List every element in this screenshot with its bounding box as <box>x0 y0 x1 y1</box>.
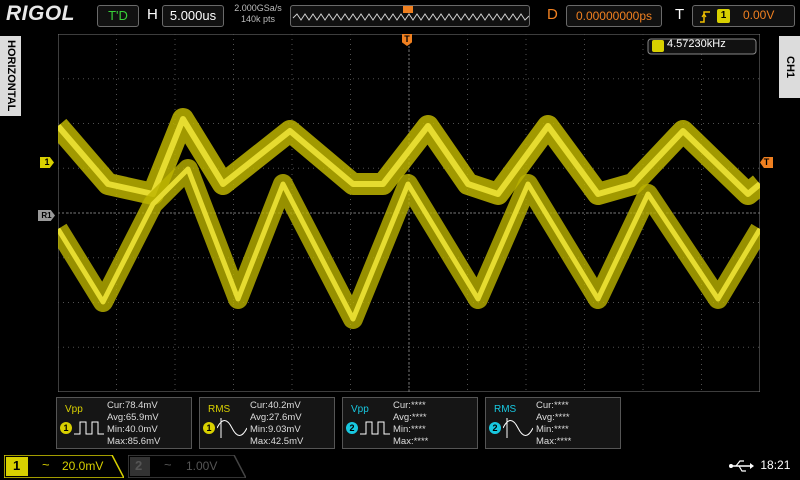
measurement-name: RMS <box>494 404 517 415</box>
memory-depth: 140k pts <box>240 14 276 24</box>
channel-chip: 2 <box>489 422 501 434</box>
measurement-minimum: Min:40.0mV <box>107 424 158 435</box>
ch1-scale-tab[interactable]: 1 ~ 20.0mV <box>4 455 124 478</box>
waveform-display[interactable] <box>58 34 760 392</box>
channel-menu-tab[interactable]: CH1 <box>779 36 800 98</box>
frequency-counter-icon <box>652 40 664 52</box>
ref-offset-marker[interactable]: R1 <box>38 210 55 221</box>
ch1-coupling-icon: ~ <box>42 457 50 472</box>
sample-info: 2.000GSa/s 140k pts <box>228 3 288 25</box>
measurement-current: Cur:**** <box>393 400 426 411</box>
measurement-maximum: Max:**** <box>393 436 429 447</box>
measurement-current: Cur:78.4mV <box>107 400 158 411</box>
ch1-offset-marker[interactable]: 1 <box>40 157 54 168</box>
channel-chip: 1 <box>203 422 215 434</box>
measurement-current: Cur:**** <box>536 400 569 411</box>
horizontal-label: H <box>147 6 158 23</box>
measurement-current: Cur:40.2mV <box>250 400 301 411</box>
trigger-status-badge[interactable]: T'D <box>97 5 139 27</box>
frequency-counter-value: 4.57230kHz <box>667 38 726 50</box>
measurement-maximum: Max:42.5mV <box>250 436 304 447</box>
rising-edge-icon <box>700 11 710 23</box>
timebase-value[interactable]: 5.000us <box>162 5 224 27</box>
trigger-source-chip: 1 <box>717 9 730 23</box>
pulse-icon <box>74 421 104 435</box>
trigger-level-value: 0.00V <box>743 8 775 22</box>
measurement-average: Avg:65.9mV <box>107 412 159 423</box>
delay-value[interactable]: 0.00000000ps <box>566 5 662 27</box>
measurement-vpp-ch2[interactable]: Vpp 2 Cur:**** Avg:**** Min:**** Max:***… <box>342 397 478 449</box>
ch2-coupling-icon: ~ <box>164 457 172 472</box>
ch2-label: 2 <box>135 458 143 473</box>
measurement-name: Vpp <box>351 404 369 415</box>
trigger-settings[interactable]: 1 0.00V <box>692 5 795 27</box>
ch1-scale-value: 20.0mV <box>62 459 104 473</box>
ch2-scale-value: 1.00V <box>186 459 218 473</box>
measurement-minimum: Min:**** <box>536 424 569 435</box>
memory-waveform-overview <box>292 6 529 21</box>
measurement-rms-ch1[interactable]: RMS 1 Cur:40.2mV Avg:27.6mV Min:9.03mV M… <box>199 397 335 449</box>
measurement-average: Avg:**** <box>536 412 570 423</box>
measurement-vpp-ch1[interactable]: Vpp 1 Cur:78.4mV Avg:65.9mV Min:40.0mV M… <box>56 397 192 449</box>
sine-icon <box>503 418 533 438</box>
memory-trigger-marker <box>403 6 413 13</box>
measurement-maximum: Max:**** <box>536 436 572 447</box>
measurement-rms-ch2[interactable]: RMS 2 Cur:**** Avg:**** Min:**** Max:***… <box>485 397 621 449</box>
brand-logo: RIGOL <box>6 2 75 25</box>
ch1-label: 1 <box>13 458 21 473</box>
usb-icon <box>729 460 754 472</box>
measurement-maximum: Max:85.6mV <box>107 436 161 447</box>
delay-label: D <box>547 6 558 23</box>
channel-chip: 2 <box>346 422 358 434</box>
clock: 18:21 <box>760 458 791 472</box>
memory-map-bar[interactable] <box>290 5 530 27</box>
ch2-scale-tab[interactable]: 2 ~ 1.00V <box>128 455 246 478</box>
pulse-icon <box>360 421 390 435</box>
measurement-name: Vpp <box>65 404 83 415</box>
measurement-average: Avg:**** <box>393 412 427 423</box>
measurement-minimum: Min:9.03mV <box>250 424 301 435</box>
measurement-name: RMS <box>208 404 231 415</box>
measurement-average: Avg:27.6mV <box>250 412 302 423</box>
horizontal-menu-tab[interactable]: HORIZONTAL <box>0 36 21 116</box>
sine-icon <box>217 418 247 438</box>
channel-chip: 1 <box>60 422 72 434</box>
sample-rate: 2.000GSa/s <box>234 3 282 13</box>
trigger-label: T <box>675 6 685 23</box>
trigger-level-marker[interactable]: T <box>760 157 773 168</box>
measurement-minimum: Min:**** <box>393 424 426 435</box>
system-status: 18:21 <box>728 458 790 473</box>
